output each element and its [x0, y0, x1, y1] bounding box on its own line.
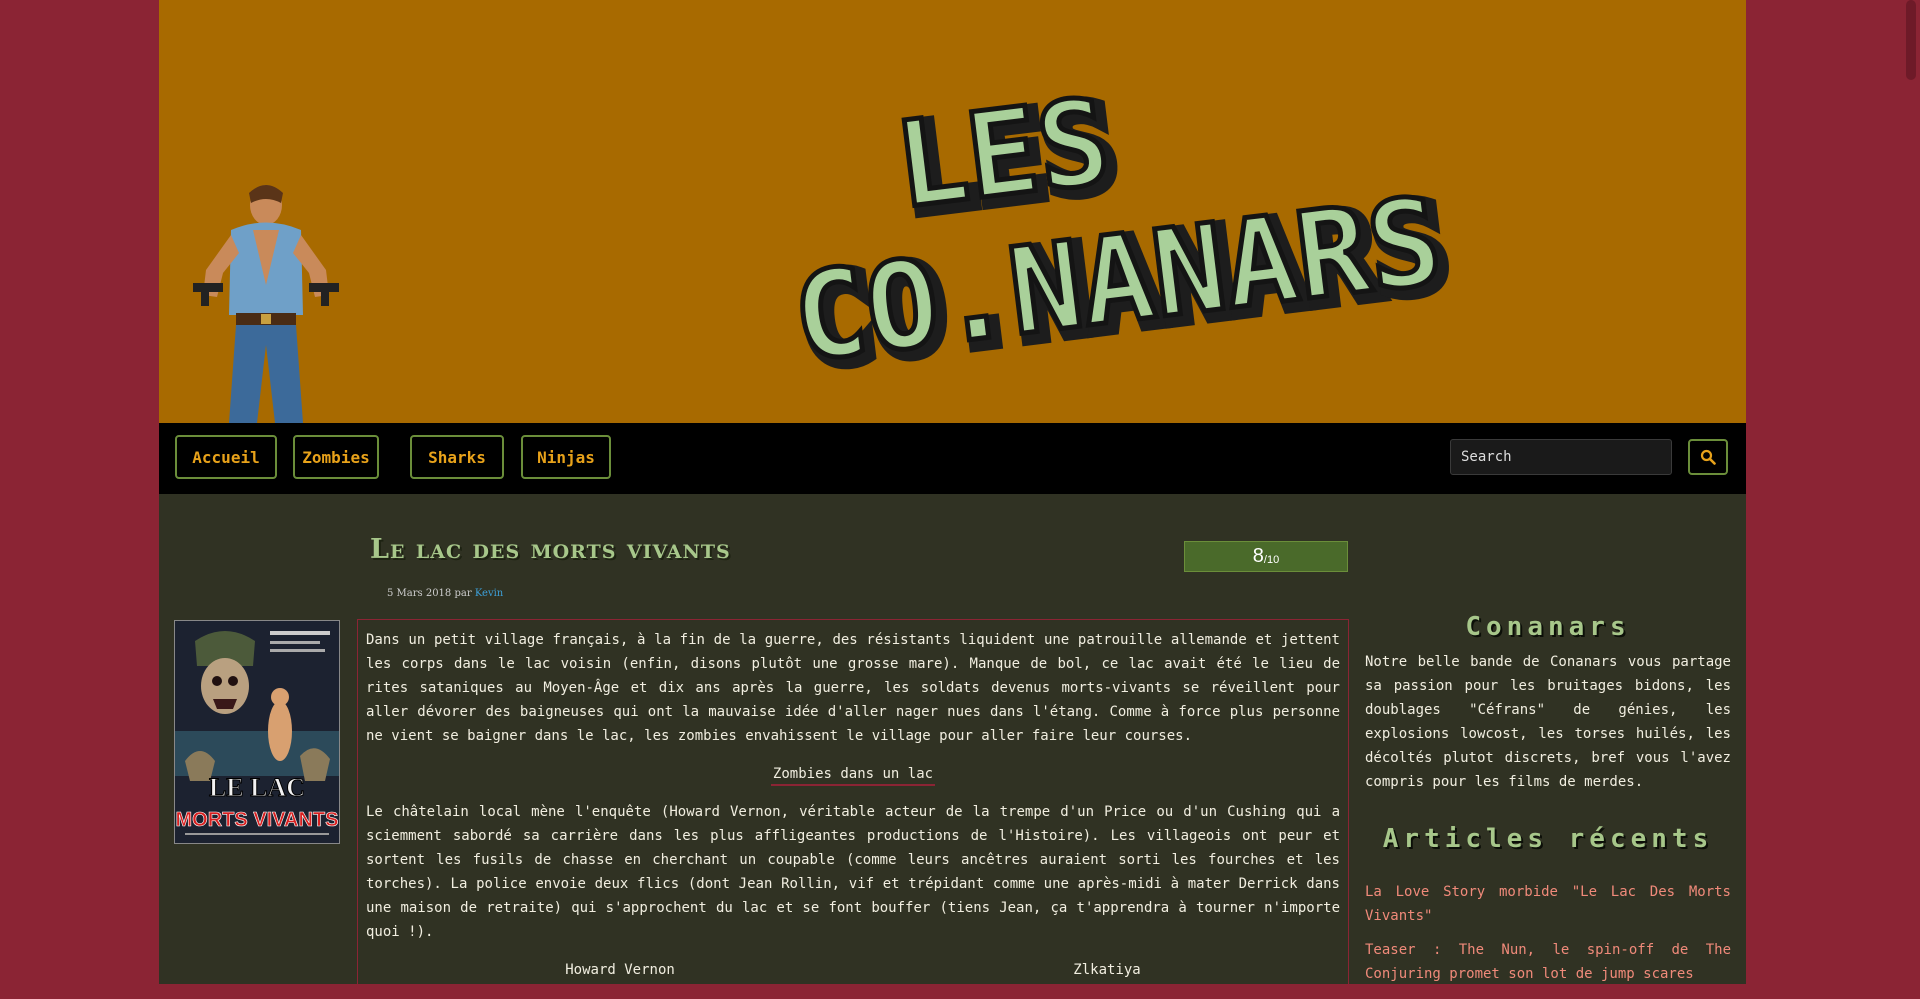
post-by: par	[454, 588, 472, 599]
rating-max: /10	[1263, 553, 1280, 566]
article-image-row: Howard Vernon Zlkatiya	[366, 958, 1340, 986]
article-image-howard-vernon: Howard Vernon	[563, 958, 677, 986]
rating-score: 8	[1252, 545, 1264, 567]
recent-article-link[interactable]: Teaser : The Nun, le spin-off de The Con…	[1365, 938, 1731, 986]
poster-title-top: LE LAC	[209, 773, 305, 802]
nav-item-label: Accueil	[192, 447, 260, 467]
article-image-zlkatiya: Zlkatiya	[1071, 958, 1143, 986]
sidebar-about-text: Notre belle bande de Conanars vous parta…	[1365, 654, 1731, 790]
article-body: Dans un petit village français, à la fin…	[357, 619, 1349, 999]
nav-item-label: Zombies	[302, 447, 370, 467]
page: LES LES CO.NANARS CO.NANARS Accueil Zomb…	[159, 0, 1746, 999]
article-image-zombies: Zombies dans un lac	[366, 762, 1340, 786]
post-date: 5 Mars 2018	[387, 588, 452, 599]
main-content: Le lac des morts vivants 8/10 5 Mars 201…	[159, 494, 1746, 999]
poster-art: LE LAC MORTS VIVANTS	[175, 621, 339, 843]
movie-poster: LE LAC MORTS VIVANTS	[174, 620, 340, 844]
nav-item-sharks[interactable]: Sharks	[410, 435, 504, 479]
nav-item-zombies[interactable]: Zombies	[293, 435, 379, 479]
nav-item-label: Ninjas	[537, 447, 595, 467]
sidebar-about-title: Conanars	[1465, 612, 1631, 642]
post-title: Le lac des morts vivants	[370, 534, 731, 565]
rating-badge: 8/10	[1184, 541, 1348, 572]
article-paragraph: Dans un petit village français, à la fin…	[366, 632, 1340, 744]
search-button[interactable]	[1688, 439, 1728, 475]
sidebar: Conanars Notre belle bande de Conanars v…	[1365, 612, 1731, 996]
sidebar-recent-title: Articles récents	[1382, 824, 1714, 854]
recent-articles-list: La Love Story morbide "Le Lac Des Morts …	[1365, 880, 1731, 986]
article-paragraph: Le châtelain local mène l'enquête (Howar…	[366, 804, 1340, 940]
post-meta: 5 Mars 2018 par Kevin	[387, 588, 503, 599]
action-hero-image	[193, 185, 339, 423]
poster-title-bottom: MORTS VIVANTS	[176, 809, 339, 831]
nav-item-ninjas[interactable]: Ninjas	[521, 435, 611, 479]
logo-line1: LES	[888, 72, 1116, 235]
post-author-link[interactable]: Kevin	[475, 588, 503, 599]
nav-item-accueil[interactable]: Accueil	[175, 435, 277, 479]
scrollbar-thumb[interactable]	[1906, 0, 1916, 80]
search-input[interactable]	[1450, 439, 1672, 475]
main-navbar: Accueil Zombies Sharks Ninjas	[159, 423, 1746, 494]
site-logo: LES LES CO.NANARS CO.NANARS	[784, 69, 1462, 380]
header-banner: LES LES CO.NANARS CO.NANARS	[159, 0, 1746, 423]
search-icon	[1700, 449, 1716, 465]
page-scrollbar[interactable]	[1902, 0, 1920, 984]
image-alt-text: Zombies dans un lac	[770, 766, 936, 786]
recent-article-link[interactable]: La Love Story morbide "Le Lac Des Morts …	[1365, 880, 1731, 928]
nav-item-label: Sharks	[428, 447, 486, 467]
